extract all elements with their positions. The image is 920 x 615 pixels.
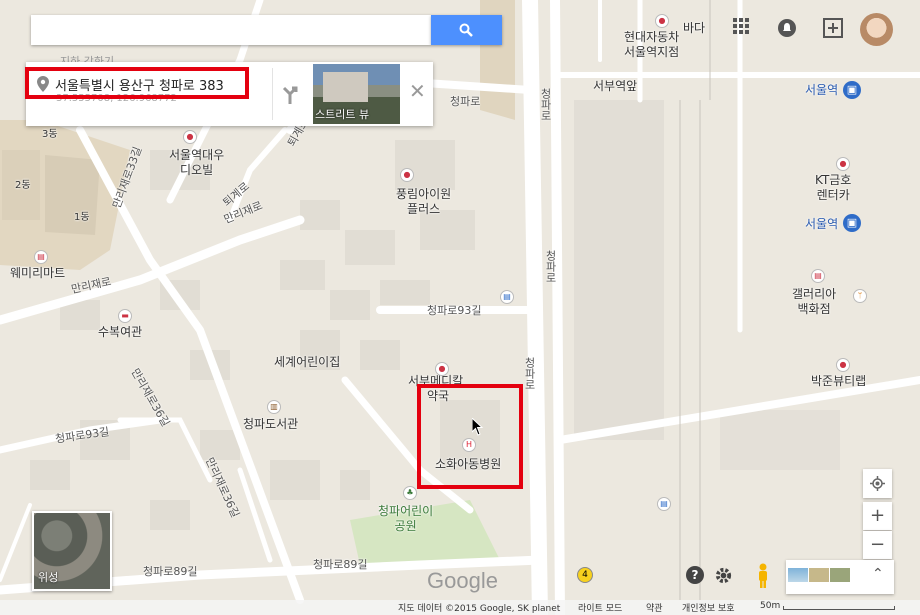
lite-mode-link[interactable]: 라이트 모드 [578, 601, 622, 614]
label-punglim: 풍림아이원 플러스 [396, 187, 452, 216]
road-cheongpa89b: 청파로89길 [143, 565, 198, 578]
map-data-attribution: 지도 데이터 ©2015 Google, SK planet [398, 604, 561, 614]
terms-link[interactable]: 약관 [646, 601, 663, 614]
label-galleria: 갤러리아 백화점 [792, 287, 837, 316]
my-location-icon [870, 476, 885, 491]
label-subok: 수복여관 [98, 325, 143, 339]
shopping-icon[interactable]: ▤ [657, 497, 671, 511]
highlight-box-hospital [417, 384, 523, 489]
poi-marker-icon[interactable]: ● [836, 157, 850, 171]
label-weimi: 웨미리마트 [10, 266, 66, 280]
poi-marker-icon[interactable]: ● [183, 130, 197, 144]
layer-thumb-transit[interactable] [788, 568, 808, 582]
search-button[interactable] [431, 15, 502, 45]
search-input[interactable] [39, 15, 423, 45]
street-view-thumbnail[interactable]: 스트리트 뷰 [313, 64, 400, 124]
highlight-box-address [25, 67, 249, 99]
shopping-icon[interactable]: ▤ [34, 250, 48, 264]
label-dong3: 3동 [42, 129, 58, 140]
label-dong1: 1동 [74, 212, 90, 223]
street-view-image [323, 72, 368, 102]
restaurant-icon[interactable]: ᛘ [853, 289, 867, 303]
poi-marker-icon[interactable]: ● [435, 362, 449, 376]
label-kt: KT금호 렌터카 [815, 173, 852, 202]
label-library: 청파도서관 [243, 417, 299, 431]
settings-gear-icon[interactable] [714, 566, 733, 585]
apps-grid-icon[interactable] [733, 18, 749, 34]
label-seoulstation-1: 서울역 [805, 83, 839, 97]
search-icon [459, 23, 473, 37]
label-seobu: 서부역앞 [593, 79, 638, 93]
metro-station-icon[interactable]: ▣ [843, 214, 861, 232]
satellite-toggle[interactable]: 위성 [32, 511, 112, 591]
poi-marker-icon[interactable]: ● [655, 14, 669, 28]
scale-bar [783, 606, 895, 610]
lodging-icon[interactable]: ▬ [118, 309, 132, 323]
road-cheongpa-top: 청파로 [450, 95, 481, 108]
layers-panel[interactable]: ⌃ [786, 560, 894, 594]
notifications-icon[interactable] [778, 19, 796, 37]
search-box[interactable] [31, 15, 431, 45]
road-cheongpa-v2: 청파로 [544, 250, 557, 283]
label-park: 청파어린이 공원 [378, 504, 434, 533]
avatar[interactable] [860, 13, 893, 46]
label-seoulstation-2: 서울역 [805, 217, 839, 231]
zoom-in-button[interactable]: + [863, 502, 892, 530]
share-add-icon[interactable] [823, 18, 843, 38]
poi-marker-icon[interactable]: ● [836, 358, 850, 372]
park-icon[interactable]: ♣ [403, 486, 417, 500]
label-sea: 바다 [683, 21, 706, 35]
mouse-cursor-icon [472, 418, 484, 436]
route-4-badge: 4 [577, 567, 593, 583]
label-beauty: 박준뷰티랩 [811, 374, 867, 388]
label-dong2: 2동 [15, 180, 31, 191]
road-cheongpa93: 청파로93길 [427, 304, 482, 317]
road-cheongpa89: 청파로89길 [313, 558, 368, 571]
library-icon[interactable]: ▥ [267, 400, 281, 414]
footer-bar: 지도 데이터 ©2015 Google, SK planet 라이트 모드 약관… [0, 600, 920, 615]
metro-station-icon[interactable]: ▣ [843, 81, 861, 99]
privacy-link[interactable]: 개인정보 보호 [682, 601, 735, 614]
road-cheongpa-v1: 청파로 [539, 88, 552, 121]
poi-marker-icon[interactable]: ● [400, 168, 414, 182]
help-icon[interactable]: ? [686, 566, 704, 584]
close-icon[interactable]: ✕ [409, 81, 426, 101]
shopping-icon[interactable]: ▤ [500, 290, 514, 304]
road-cheongpa-v3: 청파로 [523, 357, 536, 390]
shopping-icon[interactable]: ▤ [811, 269, 825, 283]
satellite-label: 위성 [38, 571, 59, 584]
my-location-button[interactable] [863, 469, 892, 498]
directions-icon[interactable] [280, 82, 300, 104]
label-daewoo: 서울역대우 디오빌 [169, 148, 225, 177]
label-hyundai: 현대자동차 서울역지점 [624, 30, 680, 59]
scale-label: 50m [760, 601, 781, 611]
card-divider [272, 68, 273, 120]
street-view-label: 스트리트 뷰 [315, 108, 370, 121]
pegman-icon[interactable] [756, 563, 770, 589]
layer-thumb-satellite[interactable] [830, 568, 850, 582]
expand-chevron-icon[interactable]: ⌃ [872, 566, 884, 582]
google-logo: Google [427, 568, 498, 593]
layer-thumb-terrain[interactable] [809, 568, 829, 582]
zoom-out-button[interactable]: − [863, 531, 892, 559]
label-segye: 세계어린이집 [274, 355, 341, 369]
